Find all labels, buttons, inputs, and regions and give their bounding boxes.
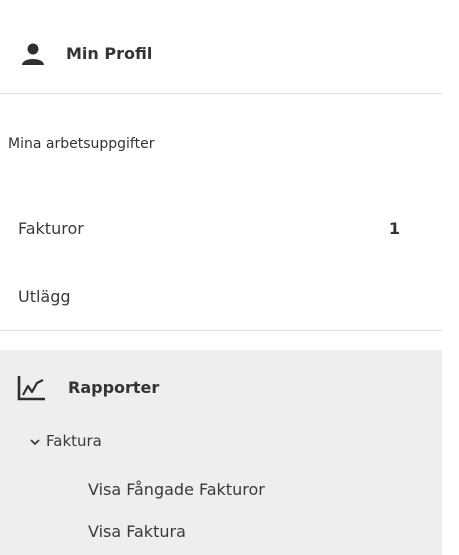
sidebar-item-fakturor[interactable]: Fakturor 1 xyxy=(18,218,418,240)
chevron-down-icon xyxy=(30,438,40,445)
user-icon xyxy=(22,43,44,65)
count-badge: 1 xyxy=(388,219,400,238)
reports-section xyxy=(0,350,442,555)
sidebar-item-label: Fakturor xyxy=(18,219,84,238)
profile-label: Min Profil xyxy=(66,44,153,63)
line-chart-icon xyxy=(17,376,45,401)
visa-fangade-fakturor-link[interactable]: Visa Fångade Fakturor xyxy=(88,479,265,501)
sidebar-item-utlagg[interactable]: Utlägg xyxy=(18,286,418,308)
tasks-heading: Mina arbetsuppgifter xyxy=(8,136,155,152)
profile-link[interactable]: Min Profil xyxy=(0,0,442,94)
faktura-group-label: Faktura xyxy=(46,432,102,450)
visa-faktura-link[interactable]: Visa Faktura xyxy=(88,521,186,543)
divider xyxy=(0,330,442,331)
sidebar-menu: Min Profil Mina arbetsuppgifter Fakturor… xyxy=(0,0,459,555)
faktura-group-toggle[interactable]: Faktura xyxy=(30,430,102,452)
reports-heading[interactable]: Rapporter xyxy=(68,377,159,399)
sidebar-item-label: Utlägg xyxy=(18,287,71,306)
